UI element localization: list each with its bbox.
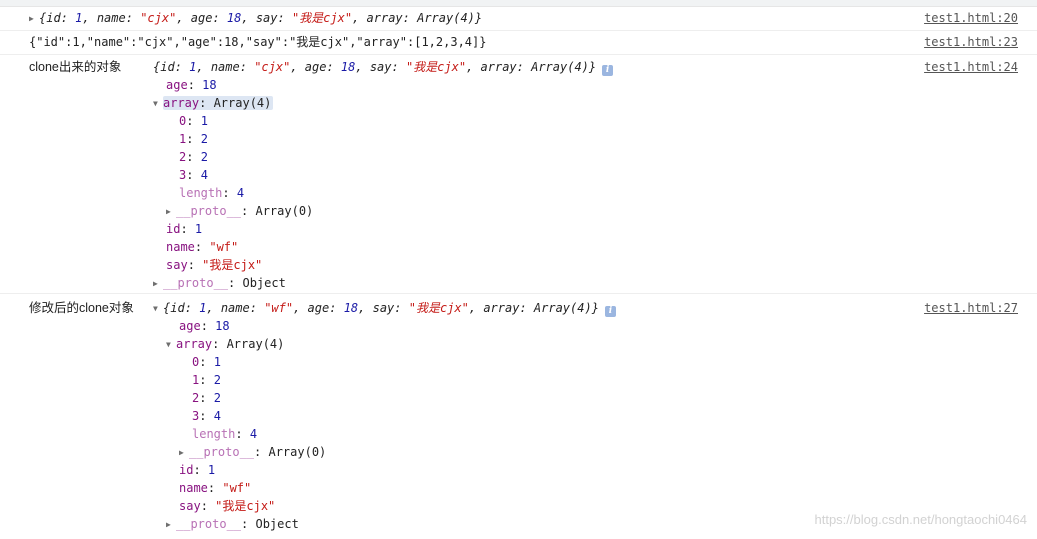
source-link[interactable]: test1.html:24 <box>924 58 1018 76</box>
console-top-bar <box>0 0 1037 7</box>
object-summary[interactable]: ▼ {id: 1, name: "wf", age: 18, say: "我是cj… <box>153 299 616 317</box>
object-summary[interactable]: ▶ {id: 1, name: "cjx", age: 18, say: "我是c… <box>29 9 482 27</box>
object-proto[interactable]: ▶ __proto__: Object <box>166 515 299 533</box>
prop-id: id: 1 <box>179 463 216 477</box>
triangle-right-icon[interactable]: ▶ <box>179 444 189 462</box>
source-link[interactable]: test1.html:23 <box>924 33 1018 51</box>
console-message-2: {"id":1,"name":"cjx","age":18,"say":"我是c… <box>0 31 1037 55</box>
object-summary[interactable]: {id: 1, name: "cjx", age: 18, say: "我是cj… <box>153 58 614 76</box>
array-item-3: 3: 4 <box>192 409 221 423</box>
json-string: {"id":1,"name":"cjx","age":18,"say":"我是c… <box>29 35 487 49</box>
object-proto[interactable]: ▶ __proto__: Object <box>153 274 286 292</box>
prop-name: name: "wf" <box>166 240 239 254</box>
triangle-down-icon[interactable]: ▼ <box>166 336 176 354</box>
prop-say: say: "我是cjx" <box>166 258 263 272</box>
console-message-4: 修改后的clone对象 ▼ {id: 1, name: "wf", age: 18… <box>0 294 1037 534</box>
triangle-right-icon[interactable]: ▶ <box>153 275 163 293</box>
triangle-down-icon[interactable]: ▼ <box>153 300 163 318</box>
triangle-down-icon[interactable]: ▼ <box>153 95 163 113</box>
prop-array[interactable]: ▼ array: Array(4) <box>153 94 274 113</box>
array-length: length: 4 <box>179 186 245 200</box>
prop-say: say: "我是cjx" <box>179 499 276 513</box>
triangle-right-icon[interactable]: ▶ <box>29 10 39 28</box>
array-item-0: 0: 1 <box>179 114 208 128</box>
watermark: https://blog.csdn.net/hongtaochi0464 <box>814 512 1028 527</box>
info-icon[interactable]: i <box>602 65 614 76</box>
array-item-3: 3: 4 <box>179 168 208 182</box>
info-icon[interactable]: i <box>604 306 616 317</box>
array-proto[interactable]: ▶ __proto__: Array(0) <box>179 443 326 461</box>
array-item-1: 1: 2 <box>179 132 208 146</box>
triangle-right-icon[interactable]: ▶ <box>166 516 176 534</box>
prop-id: id: 1 <box>166 222 203 236</box>
prop-age: age: 18 <box>166 78 217 92</box>
array-length: length: 4 <box>192 427 258 441</box>
console-message-1: ▶ {id: 1, name: "cjx", age: 18, say: "我是c… <box>0 7 1037 31</box>
triangle-right-icon[interactable]: ▶ <box>166 203 176 221</box>
source-link[interactable]: test1.html:27 <box>924 299 1018 317</box>
prop-name: name: "wf" <box>179 481 252 495</box>
log-label: 修改后的clone对象 <box>29 301 134 315</box>
array-proto[interactable]: ▶ __proto__: Array(0) <box>166 202 313 220</box>
array-item-2: 2: 2 <box>192 391 221 405</box>
prop-age: age: 18 <box>179 319 230 333</box>
source-link[interactable]: test1.html:20 <box>924 9 1018 27</box>
array-item-1: 1: 2 <box>192 373 221 387</box>
log-label: clone出来的对象 <box>29 60 122 74</box>
console-message-3: clone出来的对象 {id: 1, name: "cjx", age: 18,… <box>0 55 1037 294</box>
prop-array[interactable]: ▼ array: Array(4) <box>166 335 284 353</box>
array-item-0: 0: 1 <box>192 355 221 369</box>
array-item-2: 2: 2 <box>179 150 208 164</box>
